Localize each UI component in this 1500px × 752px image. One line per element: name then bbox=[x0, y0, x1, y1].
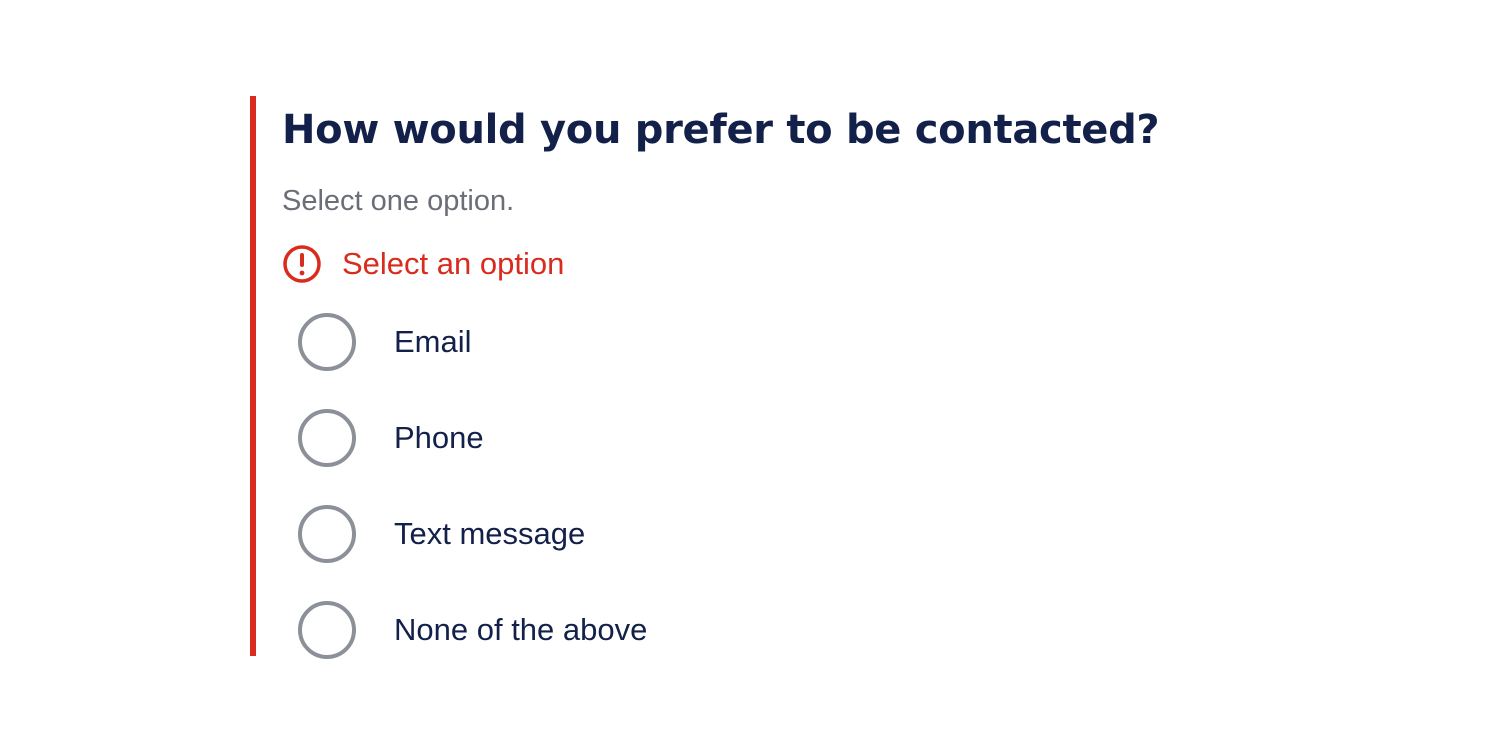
radio-button-phone[interactable] bbox=[298, 409, 356, 467]
option-email[interactable]: Email bbox=[298, 309, 1250, 375]
option-label-text-message: Text message bbox=[394, 516, 586, 551]
option-none[interactable]: None of the above bbox=[298, 597, 1250, 663]
alert-circle-icon bbox=[283, 245, 321, 283]
option-label-none: None of the above bbox=[394, 612, 648, 647]
option-label-email: Email bbox=[394, 324, 472, 359]
option-text-message[interactable]: Text message bbox=[298, 501, 1250, 567]
error-text: Select an option bbox=[342, 246, 565, 281]
contact-preference-fieldset: How would you prefer to be contacted? Se… bbox=[250, 96, 1250, 659]
radio-button-email[interactable] bbox=[298, 313, 356, 371]
error-message: Select an option bbox=[282, 244, 1250, 284]
radio-button-text-message[interactable] bbox=[298, 505, 356, 563]
option-label-phone: Phone bbox=[394, 420, 484, 455]
option-phone[interactable]: Phone bbox=[298, 405, 1250, 471]
radio-group: Email Phone Text message None of the abo… bbox=[282, 309, 1250, 663]
radio-button-none[interactable] bbox=[298, 601, 356, 659]
question-hint: Select one option. bbox=[282, 185, 515, 217]
question-title: How would you prefer to be contacted? bbox=[282, 107, 1160, 153]
